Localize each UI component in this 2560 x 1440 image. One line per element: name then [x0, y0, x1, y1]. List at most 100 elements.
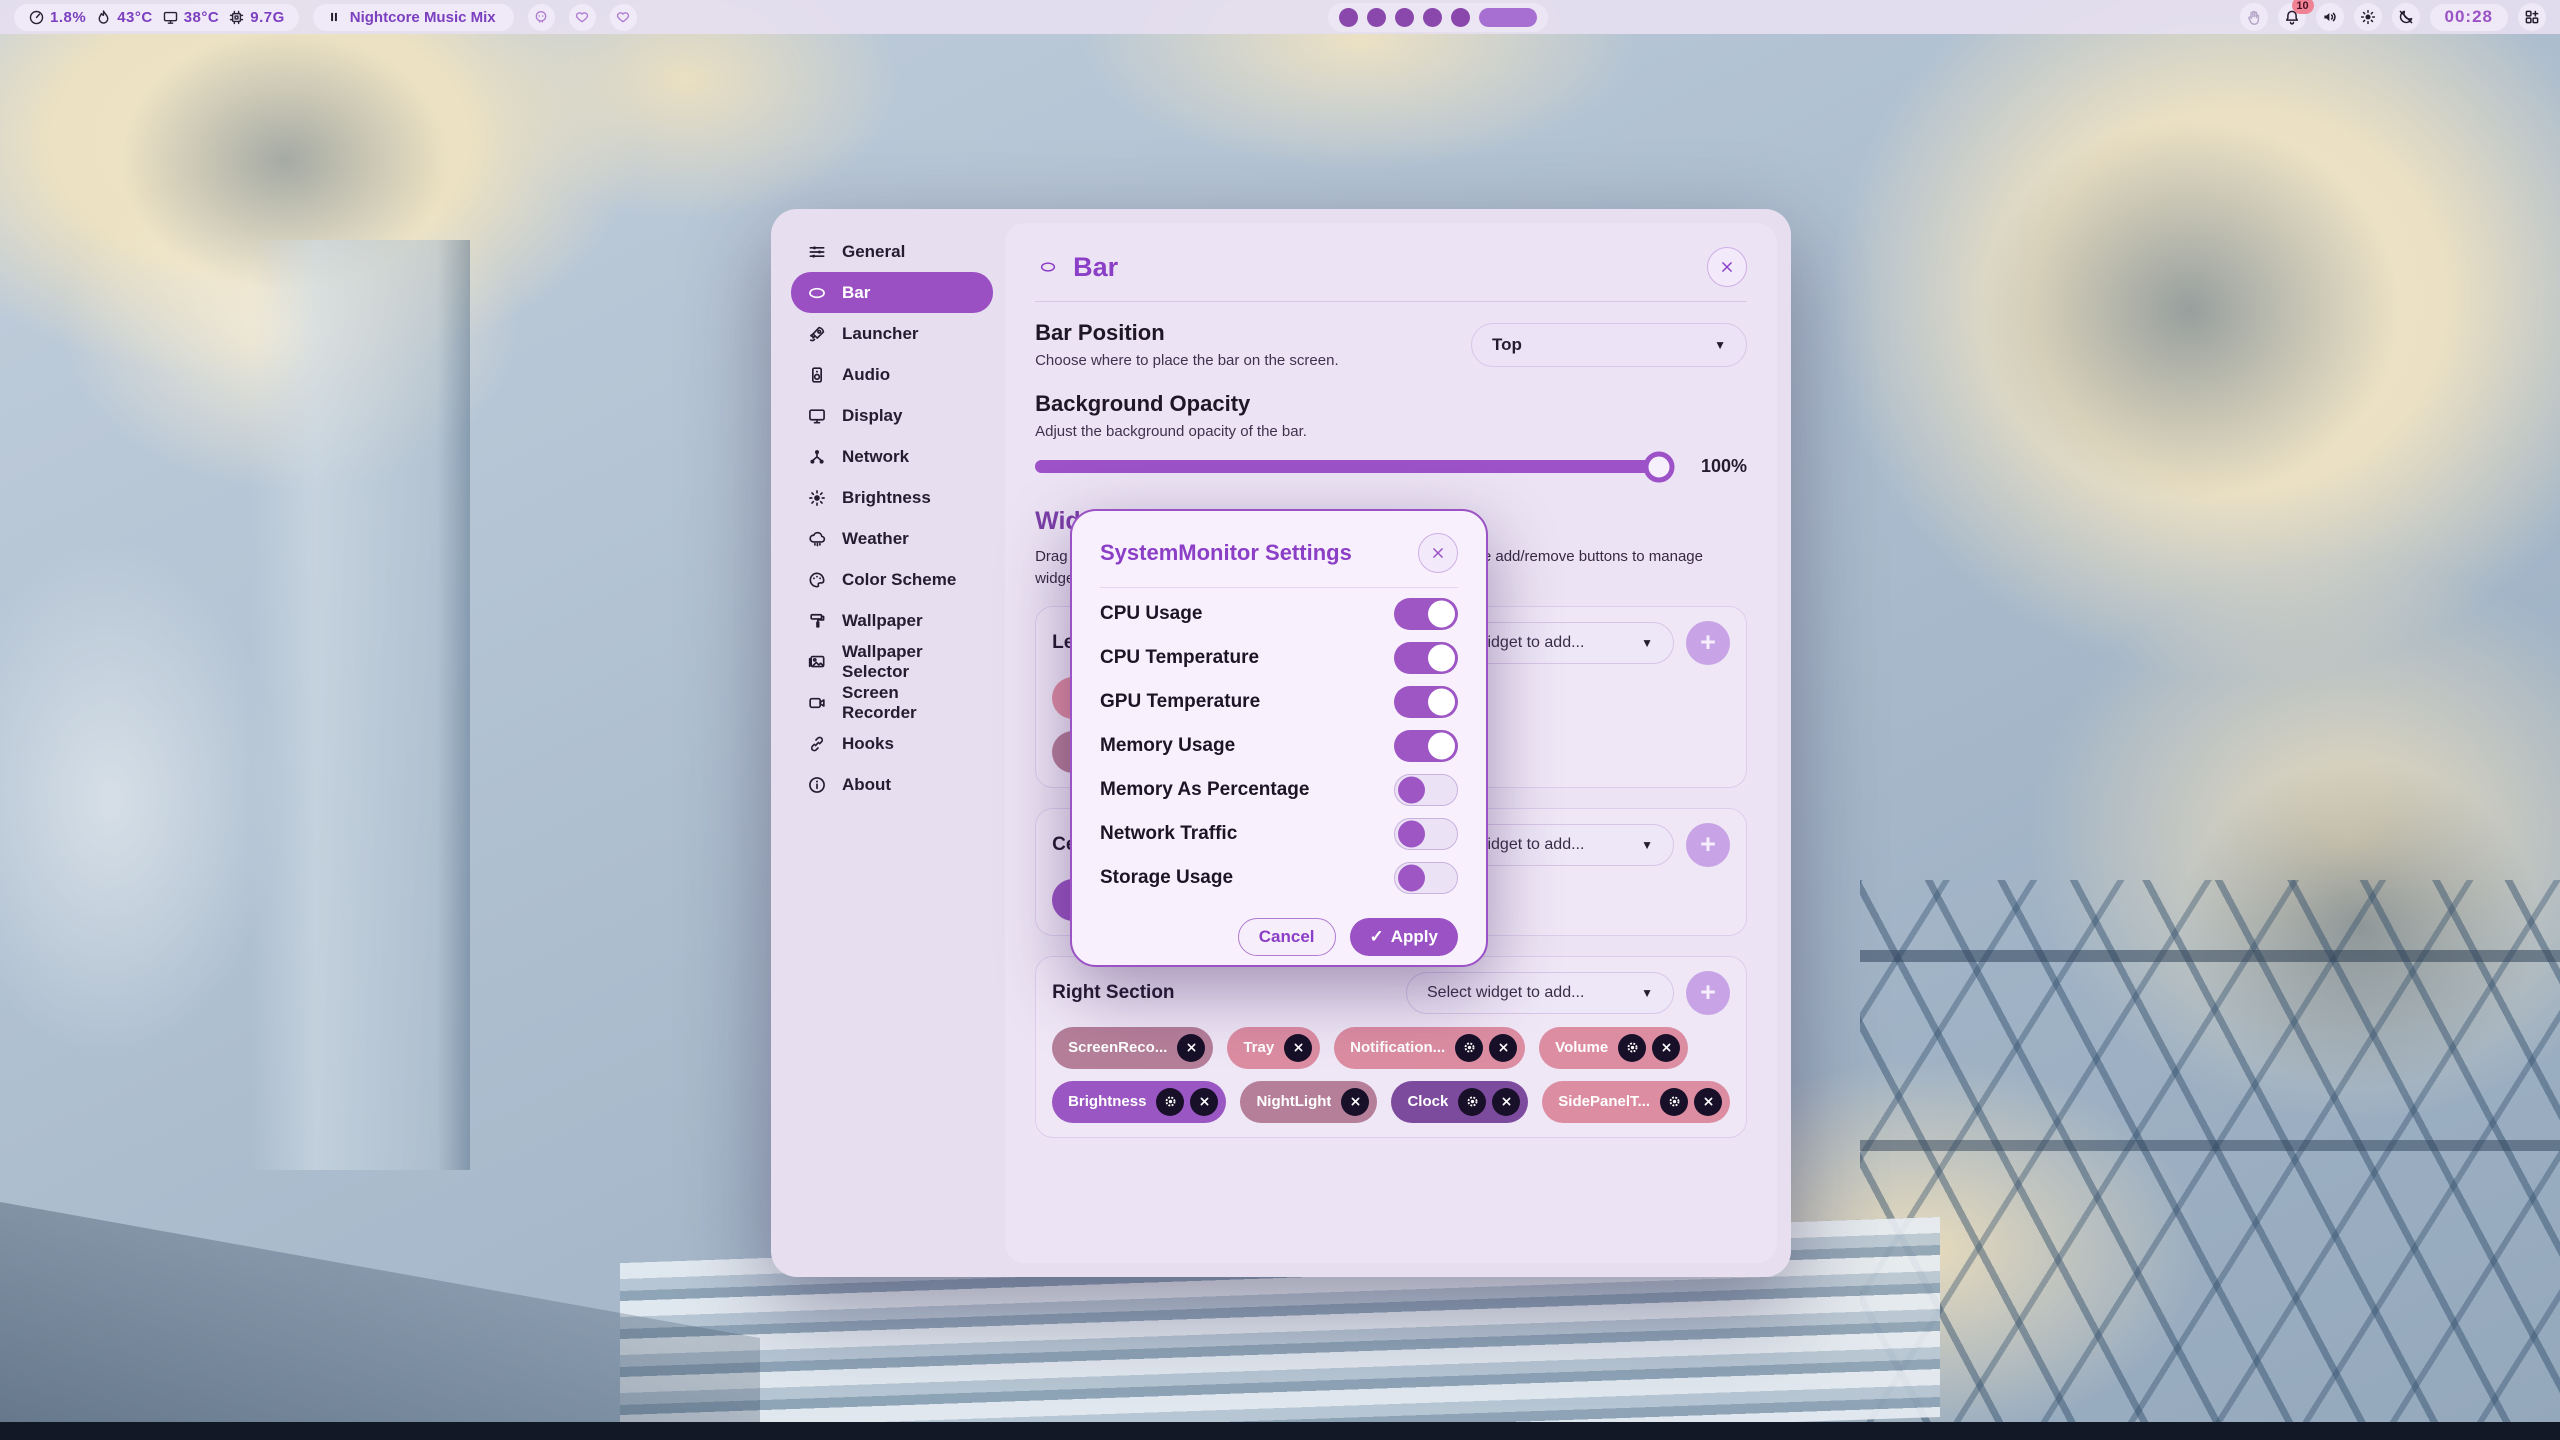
toggle-switch[interactable]	[1394, 642, 1458, 674]
sidebar-item-network[interactable]: Network	[791, 436, 993, 477]
sidebar-item-wallpaper-selector[interactable]: Wallpaper Selector	[791, 641, 993, 682]
dashboard-button[interactable]	[2518, 3, 2546, 31]
bar-position-labels: Bar Position Choose where to place the b…	[1035, 320, 1339, 369]
brightness-button[interactable]	[2354, 3, 2382, 31]
systemmonitor-settings-modal: SystemMonitor Settings CPU UsageCPU Temp…	[1070, 509, 1488, 967]
widget-chip-volume[interactable]: Volume	[1539, 1027, 1688, 1069]
close-icon	[1701, 1094, 1716, 1109]
widget-remove-button[interactable]	[1284, 1034, 1312, 1062]
widget-remove-button[interactable]	[1694, 1088, 1722, 1116]
system-stats-pill[interactable]: 1.8%43°C38°C9.7G	[14, 4, 299, 31]
add-widget-button[interactable]: +	[1686, 823, 1730, 867]
bar-position-dropdown[interactable]: Top ▼	[1471, 323, 1747, 367]
volume-button[interactable]	[2316, 3, 2344, 31]
toggle-switch[interactable]	[1394, 862, 1458, 894]
workspace-dot-1[interactable]	[1339, 8, 1358, 27]
opacity-value: 100%	[1689, 456, 1747, 477]
background-opacity-row: Background Opacity Adjust the background…	[1035, 391, 1747, 440]
sidebar-item-about[interactable]: About	[791, 764, 993, 805]
grid-plus-icon	[2523, 8, 2541, 26]
workspace-indicator[interactable]	[1328, 3, 1548, 32]
sidebar-item-wallpaper[interactable]: Wallpaper	[791, 600, 993, 641]
sidebar-item-audio[interactable]: Audio	[791, 354, 993, 395]
widget-chip-tray[interactable]: Tray	[1227, 1027, 1320, 1069]
widget-settings-button[interactable]	[1618, 1034, 1646, 1062]
desktop: 1.8%43°C38°C9.7G Nightcore Music Mix 20.…	[0, 0, 2560, 1440]
sidebar-item-color-scheme[interactable]: Color Scheme	[791, 559, 993, 600]
sidebar-item-bar[interactable]: Bar	[791, 272, 993, 313]
add-widget-button[interactable]: +	[1686, 971, 1730, 1015]
heart-button[interactable]	[610, 4, 637, 31]
widget-chip-screenreco[interactable]: ScreenReco...	[1052, 1027, 1213, 1069]
sidebar-item-weather[interactable]: Weather	[791, 518, 993, 559]
widget-chip-clock[interactable]: Clock	[1391, 1081, 1528, 1123]
add-widget-dropdown[interactable]: Select widget to add...▼	[1406, 972, 1674, 1014]
heart-button[interactable]	[569, 4, 596, 31]
toggle-label: CPU Temperature	[1100, 647, 1259, 669]
widget-chip-nightlight[interactable]: NightLight	[1240, 1081, 1377, 1123]
recorder-button[interactable]	[2240, 3, 2268, 31]
toggle-switch[interactable]	[1394, 598, 1458, 630]
widget-remove-button[interactable]	[1489, 1034, 1517, 1062]
widget-remove-button[interactable]	[1190, 1088, 1218, 1116]
sidebar-item-launcher[interactable]: Launcher	[791, 313, 993, 354]
opacity-slider[interactable]	[1035, 460, 1673, 473]
toggle-switch[interactable]	[1394, 774, 1458, 806]
divider	[1100, 587, 1458, 588]
sidebar-item-brightness[interactable]: Brightness	[791, 477, 993, 518]
toggle-switch[interactable]	[1394, 818, 1458, 850]
clock[interactable]: 00:28	[2430, 4, 2508, 31]
widget-chip-sidepanelt[interactable]: SidePanelT...	[1542, 1081, 1730, 1123]
sidebar-item-general[interactable]: General	[791, 231, 993, 272]
media-pill[interactable]: Nightcore Music Mix 20...	[313, 4, 514, 31]
opacity-slider-handle[interactable]	[1644, 451, 1675, 482]
skull-button[interactable]	[528, 4, 555, 31]
close-button[interactable]	[1707, 247, 1747, 287]
widget-chip-label: Notification...	[1350, 1039, 1445, 1056]
widget-chip-brightness[interactable]: Brightness	[1052, 1081, 1226, 1123]
widget-remove-button[interactable]	[1177, 1034, 1205, 1062]
workspace-active[interactable]	[1479, 8, 1537, 27]
wallpaper-shadow	[1980, 120, 2400, 500]
widget-remove-button[interactable]	[1652, 1034, 1680, 1062]
chevron-down-icon: ▼	[1641, 636, 1653, 650]
stat-item: 9.7G	[228, 9, 285, 26]
toggle-switch[interactable]	[1394, 730, 1458, 762]
background-opacity-label: Background Opacity	[1035, 391, 1307, 417]
bar-position-row: Bar Position Choose where to place the b…	[1035, 320, 1747, 369]
image-icon	[807, 652, 827, 672]
widget-chip-notification[interactable]: Notification...	[1334, 1027, 1525, 1069]
toggle-row-gpu-temperature: GPU Temperature	[1100, 680, 1458, 724]
sidebar-item-label: Wallpaper	[842, 611, 923, 631]
workspace-dot-5[interactable]	[1451, 8, 1470, 27]
moon-off-icon	[2397, 8, 2415, 26]
add-widget-button[interactable]: +	[1686, 621, 1730, 665]
widget-settings-button[interactable]	[1660, 1088, 1688, 1116]
workspace-dot-3[interactable]	[1395, 8, 1414, 27]
nightlight-button[interactable]	[2392, 3, 2420, 31]
widget-settings-button[interactable]	[1455, 1034, 1483, 1062]
widget-settings-button[interactable]	[1156, 1088, 1184, 1116]
workspace-dot-4[interactable]	[1423, 8, 1442, 27]
sidebar-item-label: Wallpaper Selector	[842, 642, 977, 682]
sidebar-item-label: Color Scheme	[842, 570, 956, 590]
toggle-label: CPU Usage	[1100, 603, 1202, 625]
toggle-switch[interactable]	[1394, 686, 1458, 718]
notifications-button[interactable]: 10	[2278, 3, 2306, 31]
notification-badge: 10	[2292, 0, 2314, 14]
widget-remove-button[interactable]	[1341, 1088, 1369, 1116]
sidebar-item-display[interactable]: Display	[791, 395, 993, 436]
modal-close-button[interactable]	[1418, 533, 1458, 573]
toggle-label: GPU Temperature	[1100, 691, 1260, 713]
widget-settings-button[interactable]	[1458, 1088, 1486, 1116]
sidebar-item-hooks[interactable]: Hooks	[791, 723, 993, 764]
workspace-dot-2[interactable]	[1367, 8, 1386, 27]
stat-value: 1.8%	[50, 9, 86, 26]
toggle-knob	[1398, 777, 1425, 804]
cancel-button[interactable]: Cancel	[1238, 918, 1336, 956]
apply-button[interactable]: ✓ Apply	[1350, 918, 1458, 956]
widget-chip-label: ScreenReco...	[1068, 1039, 1167, 1056]
sidebar-item-screen-recorder[interactable]: Screen Recorder	[791, 682, 993, 723]
widget-remove-button[interactable]	[1492, 1088, 1520, 1116]
modal-footer: Cancel ✓ Apply	[1100, 918, 1458, 956]
